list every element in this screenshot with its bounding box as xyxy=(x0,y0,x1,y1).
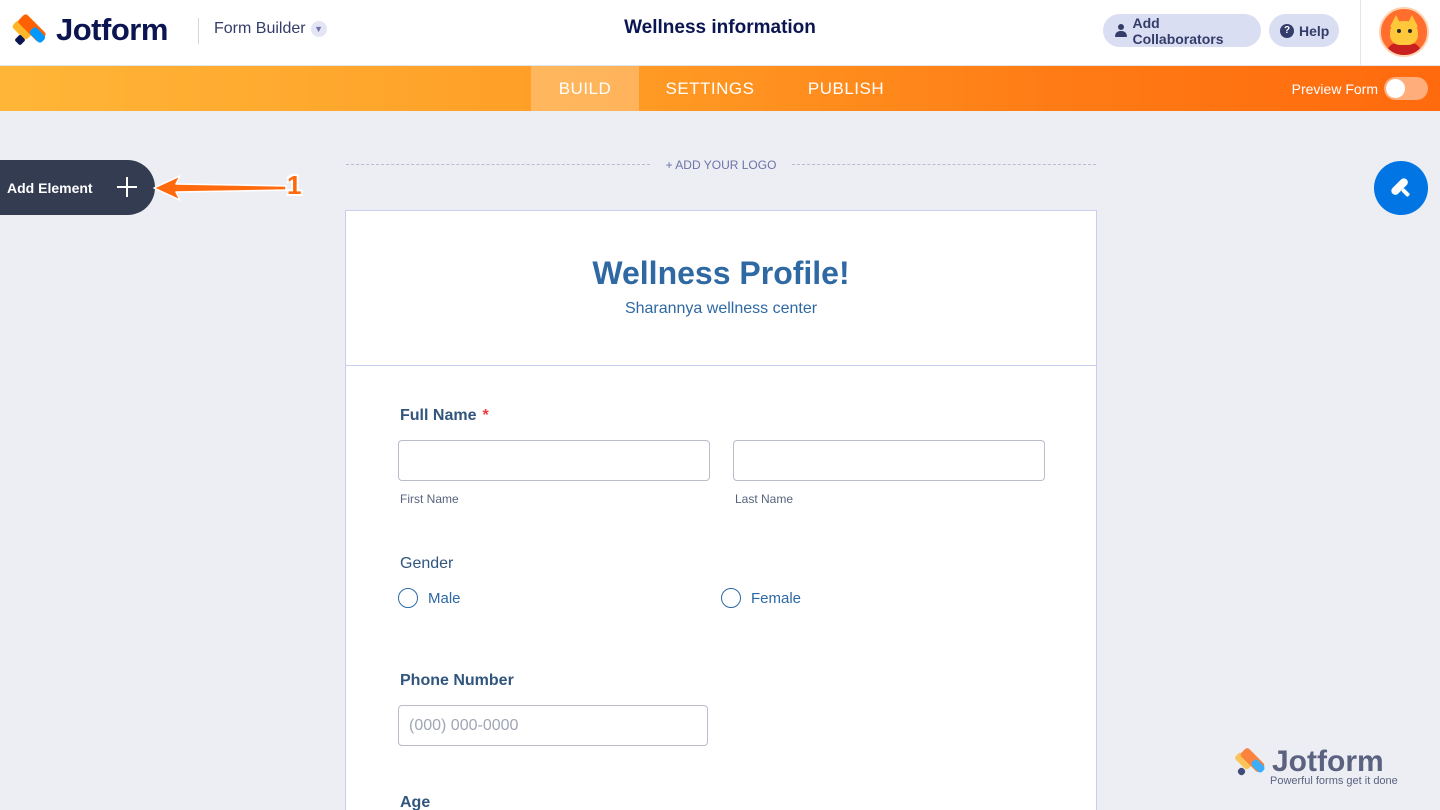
form-builder-dropdown[interactable]: Form Builder ▼ xyxy=(214,20,327,38)
add-logo-button[interactable]: + ADD YOUR LOGO xyxy=(650,158,792,172)
add-element-button[interactable]: Add Element xyxy=(0,160,155,215)
tab-publish[interactable]: PUBLISH xyxy=(794,66,898,111)
tab-settings[interactable]: SETTINGS xyxy=(651,66,769,111)
gender-option-label: Male xyxy=(428,589,461,607)
full-name-label-text: Full Name xyxy=(400,407,477,424)
help-label: Help xyxy=(1299,22,1330,39)
last-name-input[interactable] xyxy=(733,440,1045,481)
chevron-down-icon: ▼ xyxy=(310,21,327,37)
jotform-watermark-icon xyxy=(1233,746,1266,777)
form-header[interactable]: Wellness Profile! Sharannya wellness cen… xyxy=(346,211,1096,366)
radio-button[interactable] xyxy=(721,588,741,608)
brand-name: Jotform xyxy=(56,12,168,47)
logo-divider-left xyxy=(346,164,650,165)
full-name-label[interactable]: Full Name * xyxy=(400,407,489,425)
gender-option-label: Female xyxy=(751,589,802,607)
gender-option-male[interactable]: Male xyxy=(398,588,461,608)
help-icon: ? xyxy=(1280,23,1294,38)
phone-number-input[interactable]: (000) 000-0000 xyxy=(398,705,708,746)
add-collaborators-label: Add Collaborators xyxy=(1132,14,1224,47)
header-divider xyxy=(198,18,199,44)
paint-roller-icon xyxy=(1391,178,1410,197)
help-button[interactable]: ? Help xyxy=(1269,14,1339,47)
preview-form-toggle[interactable] xyxy=(1384,77,1428,100)
last-name-sublabel: Last Name xyxy=(735,492,794,506)
annotation-arrow xyxy=(153,175,287,201)
avatar-divider xyxy=(1360,0,1361,66)
age-label[interactable]: Age xyxy=(400,794,430,810)
person-icon xyxy=(1114,24,1127,38)
gender-option-female[interactable]: Female xyxy=(721,588,801,608)
first-name-input[interactable] xyxy=(398,440,710,481)
jotform-watermark: Jotform Powerful forms get it done xyxy=(1233,745,1398,787)
form-designer-button[interactable] xyxy=(1374,161,1428,215)
form-card: Wellness Profile! Sharannya wellness cen… xyxy=(345,210,1097,810)
watermark-brand: Jotform xyxy=(1272,745,1384,778)
preview-form-label: Preview Form xyxy=(1291,80,1378,97)
form-builder-label: Form Builder xyxy=(214,20,306,37)
logo-divider-right xyxy=(792,164,1096,165)
user-avatar[interactable] xyxy=(1379,7,1429,57)
add-collaborators-button[interactable]: Add Collaborators xyxy=(1103,14,1261,47)
radio-button[interactable] xyxy=(398,588,418,608)
watermark-tagline: Powerful forms get it done xyxy=(1270,775,1398,787)
preview-form-control: Preview Form xyxy=(1292,77,1428,100)
jotform-logo[interactable]: Jotform xyxy=(11,12,168,48)
add-element-label: Add Element xyxy=(7,179,93,196)
jotform-logo-icon xyxy=(11,13,47,46)
form-heading: Wellness Profile! xyxy=(592,255,850,291)
phone-number-label[interactable]: Phone Number xyxy=(400,672,514,690)
form-subheading: Sharannya wellness center xyxy=(624,300,818,317)
toggle-knob xyxy=(1386,79,1405,98)
annotation-number: 1 xyxy=(287,170,302,200)
tab-build[interactable]: BUILD xyxy=(531,66,639,111)
builder-nav-bar: BUILD SETTINGS PUBLISH Preview Form xyxy=(0,66,1440,111)
required-mark: * xyxy=(482,407,489,424)
gender-label[interactable]: Gender xyxy=(400,555,453,573)
plus-icon xyxy=(117,177,137,197)
phone-number-placeholder: (000) 000-0000 xyxy=(409,716,519,734)
form-title[interactable]: Wellness information xyxy=(624,17,816,38)
top-header: Jotform Form Builder ▼ Wellness informat… xyxy=(0,0,1440,66)
first-name-sublabel: First Name xyxy=(400,492,459,506)
